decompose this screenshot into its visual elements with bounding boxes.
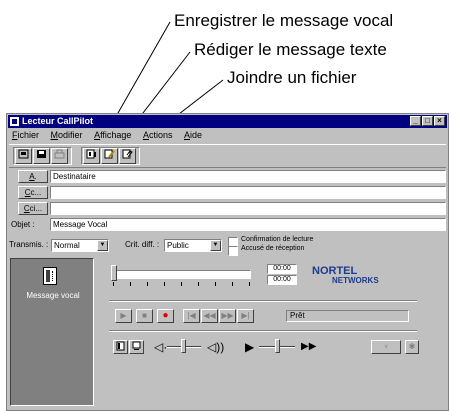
receipt-checkbox[interactable] (228, 246, 238, 256)
window-title: Lecteur CallPilot (22, 116, 94, 126)
bcc-button[interactable]: Cci... (18, 202, 48, 215)
transmis-select[interactable]: Normal ▼ (51, 239, 109, 252)
end-button[interactable]: ▶| (237, 309, 254, 323)
menu-actions[interactable]: Actions (143, 130, 173, 140)
status-field: Prêt (286, 310, 409, 322)
compose-text-icon (104, 149, 115, 159)
to-button[interactable]: A. (18, 170, 48, 183)
menu-bar: Fichier Modifier Affichage Actions Aide (9, 130, 208, 142)
transmis-label: Transmis. : (9, 240, 49, 249)
separator (109, 300, 417, 302)
play-icon: ▶ (120, 311, 127, 320)
voice-message-icon[interactable] (43, 267, 57, 285)
attachment-panel: Message vocal (10, 258, 94, 406)
position-slider[interactable] (111, 265, 117, 281)
bcc-row: Cci... (9, 202, 446, 216)
volume-slider[interactable] (181, 339, 186, 353)
print-button[interactable] (51, 148, 68, 164)
start-button[interactable]: |◀ (183, 309, 200, 323)
cc-field[interactable] (50, 186, 446, 199)
attach-file-button[interactable] (119, 148, 136, 164)
subject-label: Objet : (11, 220, 35, 229)
to-field[interactable]: Destinataire (50, 170, 446, 183)
play-button[interactable]: ▶ (115, 309, 132, 323)
title-bar: Lecteur CallPilot _ □ × (8, 115, 447, 128)
crit-label: Crit. diff. : (125, 240, 160, 249)
tools-icon: ✱ (408, 342, 416, 351)
attach-file-icon (122, 149, 133, 159)
save-icon (37, 150, 46, 158)
rewind-button[interactable]: ◀◀ (201, 309, 218, 323)
settings-icon: ♆ (383, 342, 389, 351)
record-voice-button[interactable] (83, 148, 100, 164)
to-row: A. Destinataire (9, 170, 446, 184)
chevron-down-icon: ▼ (97, 240, 108, 251)
print-icon (54, 149, 65, 159)
close-button[interactable]: × (434, 116, 445, 126)
speed-fast-icon: ▶▶ (301, 341, 317, 352)
volume-low-icon: ◁· (154, 340, 168, 354)
rewind-icon: ◀◀ (203, 311, 216, 320)
options-row: Transmis. : Normal ▼ Crit. diff. : Publi… (9, 236, 446, 256)
computer-device-button[interactable] (129, 340, 144, 354)
subject-row: Objet : Message Vocal (9, 218, 446, 232)
skip-end-icon: ▶| (241, 311, 250, 320)
subject-field[interactable]: Message Vocal (50, 218, 446, 231)
minimize-button[interactable]: _ (410, 116, 421, 126)
networks-logo: NETWORKS (332, 276, 379, 285)
fast-forward-icon: ▶▶ (221, 311, 234, 320)
record-voice-icon (86, 149, 96, 159)
menu-fichier[interactable]: Fichier (12, 130, 39, 140)
stop-button[interactable]: ■ (136, 309, 153, 323)
callpilot-window: Lecteur CallPilot _ □ × Fichier Modifier A… (6, 113, 449, 411)
cc-button[interactable]: Cc... (18, 186, 48, 199)
phone-icon (116, 341, 125, 351)
maximize-button[interactable]: □ (422, 116, 433, 126)
extra-button[interactable]: ✱ (405, 340, 419, 354)
position-ticks (113, 282, 251, 286)
record-button[interactable]: ● (157, 309, 174, 323)
crit-select[interactable]: Public ▼ (164, 239, 222, 252)
app-icon (10, 117, 19, 126)
position-track[interactable] (113, 270, 251, 279)
send-icon (18, 149, 29, 159)
speed-slider[interactable] (275, 339, 280, 353)
skip-start-icon: |◀ (187, 311, 196, 320)
computer-icon (132, 341, 141, 350)
bcc-field[interactable] (50, 202, 446, 215)
stop-icon: ■ (142, 311, 147, 320)
time-total: 00:00 (267, 275, 297, 285)
voice-player: 00:00 00:00 NORTEL NETWORKS ▶ ■ ● |◀ ◀◀ … (99, 260, 444, 406)
separator (109, 330, 417, 332)
forward-button[interactable]: ▶▶ (219, 309, 236, 323)
chevron-down-icon: ▼ (210, 240, 221, 251)
volume-high-icon: ◁)) (207, 340, 225, 354)
menu-modifier[interactable]: Modifier (51, 130, 83, 140)
voice-message-label: Message vocal (26, 291, 80, 300)
save-button[interactable] (33, 148, 50, 164)
speed-slow-icon: ▶ (245, 340, 255, 354)
record-settings-button[interactable]: ♆ (371, 340, 401, 354)
read-confirm-label: Confirmation de lecture (241, 236, 314, 243)
toolbar (9, 144, 446, 168)
receipt-label: Accusé de réception (241, 245, 305, 252)
compose-text-button[interactable] (101, 148, 118, 164)
time-elapsed: 00:00 (267, 264, 297, 274)
record-icon: ● (162, 310, 169, 321)
menu-aide[interactable]: Aide (184, 130, 202, 140)
phone-device-button[interactable] (113, 340, 128, 354)
send-button[interactable] (15, 148, 32, 164)
menu-affichage[interactable]: Affichage (94, 130, 131, 140)
cc-row: Cc... (9, 186, 446, 200)
